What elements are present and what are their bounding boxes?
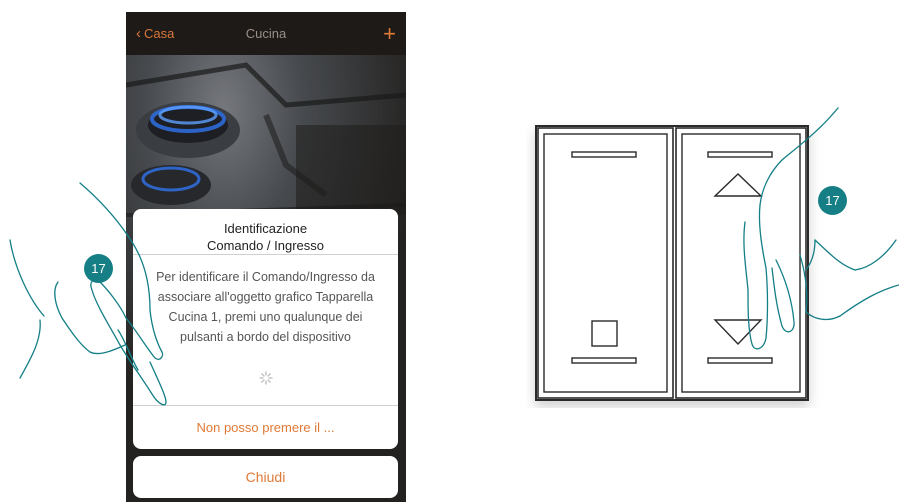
- dialog-message-line: pulsanti a bordo del dispositivo: [180, 330, 351, 344]
- loading-spinner-icon: [259, 371, 273, 385]
- back-label: Casa: [144, 26, 175, 41]
- chevron-left-icon: ‹: [136, 25, 141, 42]
- step-badge-left: 17: [84, 254, 113, 283]
- dialog-title: Identificazione Comando / Ingresso: [133, 220, 398, 254]
- dialog-message: Per identificare il Comando/Ingresso da …: [147, 267, 384, 347]
- step-badge-right: 17: [818, 186, 847, 215]
- add-button[interactable]: +: [383, 22, 396, 45]
- wall-switch-device: [535, 125, 809, 401]
- dialog-title-line1: Identificazione: [223, 221, 308, 236]
- dialog-title-line2: Comando / Ingresso: [206, 238, 325, 253]
- identification-dialog: Identificazione Comando / Ingresso Per i…: [133, 209, 398, 449]
- navbar: ‹ Casa Cucina +: [126, 12, 406, 55]
- phone-screen: ‹ Casa Cucina + Identificazione Comando: [126, 12, 406, 502]
- dialog-message-line: associare all'oggetto grafico Tapparella: [157, 290, 374, 304]
- close-button[interactable]: Chiudi: [133, 456, 398, 498]
- dialog-message-line: Cucina 1, premi uno qualunque dei: [168, 310, 363, 324]
- back-button[interactable]: ‹ Casa: [136, 25, 174, 42]
- cannot-press-button[interactable]: Non posso premere il ...: [133, 406, 398, 449]
- dialog-message-line: Per identificare il Comando/Ingresso da: [156, 270, 375, 284]
- divider: [133, 254, 398, 255]
